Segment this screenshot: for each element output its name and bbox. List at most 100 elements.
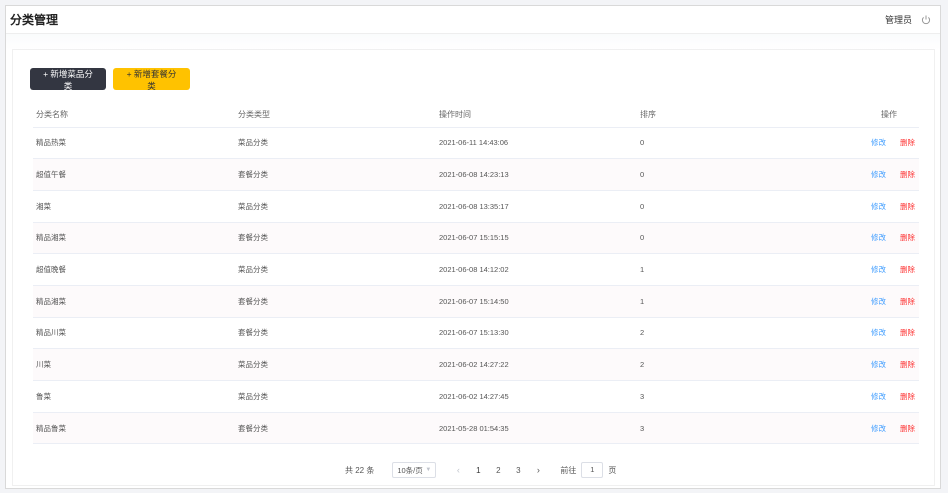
category-type-cell: 套餐分类	[235, 222, 436, 255]
edit-link[interactable]: 修改	[871, 170, 886, 179]
actions-cell: 修改 删除	[837, 348, 919, 381]
category-type-cell: 菜品分类	[235, 380, 436, 413]
edit-link[interactable]: 修改	[871, 265, 886, 274]
category-type-cell: 菜品分类	[235, 190, 436, 223]
delete-link[interactable]: 删除	[900, 424, 915, 433]
category-type-cell: 菜品分类	[235, 348, 436, 381]
goto-page-input[interactable]: 1	[581, 462, 604, 478]
table-row: 超值晚餐 菜品分类 2021-06-08 14:12:02 1 修改 删除	[33, 253, 919, 286]
category-table: 分类名称 分类类型 操作时间 排序 操作 精品热菜 菜品分类 2021-06-11 …	[33, 103, 919, 445]
actions-cell: 修改 删除	[837, 127, 919, 160]
edit-link[interactable]: 修改	[871, 297, 886, 306]
delete-link[interactable]: 删除	[900, 138, 915, 147]
actions-cell: 修改 删除	[837, 253, 919, 286]
category-name-cell: 川菜	[33, 348, 235, 381]
edit-link[interactable]: 修改	[871, 233, 886, 242]
user-name: 管理员	[884, 15, 912, 25]
sort-cell: 3	[637, 412, 837, 445]
delete-link[interactable]: 删除	[900, 328, 915, 337]
page-1[interactable]: 1	[468, 466, 488, 475]
actions-cell: 修改 删除	[837, 190, 919, 223]
table-row: 精品湘菜 套餐分类 2021-06-07 15:15:15 0 修改 删除	[33, 222, 919, 255]
sort-cell: 0	[637, 190, 837, 223]
category-name-cell: 精品湘菜	[33, 222, 235, 255]
edit-link[interactable]: 修改	[871, 202, 886, 211]
delete-link[interactable]: 删除	[900, 297, 915, 306]
table-row: 精品湘菜 套餐分类 2021-06-07 15:14:50 1 修改 删除	[33, 285, 919, 318]
column-header-actions: 操作	[837, 103, 919, 128]
delete-link[interactable]: 删除	[900, 202, 915, 211]
user-area: 管理员	[885, 13, 932, 26]
table-row: 精品热菜 菜品分类 2021-06-11 14:43:06 0 修改 删除	[33, 127, 919, 160]
pagination: 共 22 条 10条/页 ▼ ‹ 1 2 3 › 前往 1 页	[345, 462, 616, 478]
sort-cell: 0	[637, 222, 837, 255]
category-name-cell: 精品热菜	[33, 127, 235, 160]
actions-cell: 修改 删除	[837, 380, 919, 413]
operation-time-cell: 2021-06-07 15:14:50	[436, 285, 637, 318]
table-row: 精品川菜 套餐分类 2021-06-07 15:13:30 2 修改 删除	[33, 317, 919, 350]
content-card: + 新增菜品分类 + 新增套餐分类 分类名称 分类类型 操作时间 排序 操作 精…	[12, 49, 935, 486]
add-combo-category-button[interactable]: + 新增套餐分类	[113, 68, 190, 91]
page-3[interactable]: 3	[508, 466, 528, 475]
category-name-cell: 湘菜	[33, 190, 235, 223]
operation-time-cell: 2021-06-08 14:23:13	[436, 158, 637, 191]
table-row: 精品鲁菜 套餐分类 2021-05-28 01:54:35 3 修改 删除	[33, 412, 919, 445]
goto-label: 前往	[560, 465, 577, 475]
column-header-type: 分类类型	[235, 103, 436, 128]
table-header-row: 分类名称 分类类型 操作时间 排序 操作	[33, 103, 919, 128]
page-size-select[interactable]: 10条/页 ▼	[392, 462, 437, 478]
category-name-cell: 超值晚餐	[33, 253, 235, 286]
pagination-total: 共 22 条	[345, 465, 375, 475]
table-row: 超值午餐 套餐分类 2021-06-08 14:23:13 0 修改 删除	[33, 158, 919, 191]
edit-link[interactable]: 修改	[871, 360, 886, 369]
page-2[interactable]: 2	[488, 466, 508, 475]
delete-link[interactable]: 删除	[900, 392, 915, 401]
add-dish-category-button[interactable]: + 新增菜品分类	[30, 68, 106, 91]
category-name-cell: 精品鲁菜	[33, 412, 235, 445]
delete-link[interactable]: 删除	[900, 233, 915, 242]
category-type-cell: 菜品分类	[235, 127, 436, 160]
table-row: 湘菜 菜品分类 2021-06-08 13:35:17 0 修改 删除	[33, 190, 919, 223]
category-name-cell: 精品川菜	[33, 317, 235, 350]
operation-time-cell: 2021-06-08 13:35:17	[436, 190, 637, 223]
category-type-cell: 套餐分类	[235, 317, 436, 350]
chevron-down-icon: ▼	[425, 467, 432, 473]
sort-cell: 2	[637, 348, 837, 381]
delete-link[interactable]: 删除	[900, 360, 915, 369]
edit-link[interactable]: 修改	[871, 138, 886, 147]
page-size-value: 10条/页	[397, 465, 423, 475]
actions-cell: 修改 删除	[837, 222, 919, 255]
actions-cell: 修改 删除	[837, 285, 919, 318]
table-row: 川菜 菜品分类 2021-06-02 14:27:22 2 修改 删除	[33, 348, 919, 381]
logout-power-icon[interactable]	[920, 14, 932, 26]
prev-page-chevron-left-icon[interactable]: ‹	[448, 465, 468, 475]
category-type-cell: 套餐分类	[235, 412, 436, 445]
column-header-name: 分类名称	[33, 103, 235, 128]
sort-cell: 3	[637, 380, 837, 413]
edit-link[interactable]: 修改	[871, 392, 886, 401]
delete-link[interactable]: 删除	[900, 170, 915, 179]
table-row: 鲁菜 菜品分类 2021-06-02 14:27:45 3 修改 删除	[33, 380, 919, 413]
sort-cell: 1	[637, 285, 837, 318]
column-header-time: 操作时间	[436, 103, 637, 128]
goto-page: 前往 1 页	[560, 462, 616, 478]
category-name-cell: 精品湘菜	[33, 285, 235, 318]
operation-time-cell: 2021-06-07 15:13:30	[436, 317, 637, 350]
sort-cell: 0	[637, 127, 837, 160]
toolbar: + 新增菜品分类 + 新增套餐分类	[30, 68, 190, 91]
delete-link[interactable]: 删除	[900, 265, 915, 274]
edit-link[interactable]: 修改	[871, 424, 886, 433]
operation-time-cell: 2021-06-07 15:15:15	[436, 222, 637, 255]
sort-cell: 0	[637, 158, 837, 191]
sort-cell: 2	[637, 317, 837, 350]
category-name-cell: 超值午餐	[33, 158, 235, 191]
edit-link[interactable]: 修改	[871, 328, 886, 337]
category-type-cell: 套餐分类	[235, 158, 436, 191]
category-type-cell: 菜品分类	[235, 253, 436, 286]
app-window: 分类管理 管理员 + 新增菜品分类 + 新增套餐分类 分类名称 分类类型 操作时…	[5, 5, 941, 489]
sort-cell: 1	[637, 253, 837, 286]
page-title: 分类管理	[10, 13, 59, 27]
next-page-chevron-right-icon[interactable]: ›	[528, 465, 548, 475]
category-name-cell: 鲁菜	[33, 380, 235, 413]
operation-time-cell: 2021-06-11 14:43:06	[436, 127, 637, 160]
